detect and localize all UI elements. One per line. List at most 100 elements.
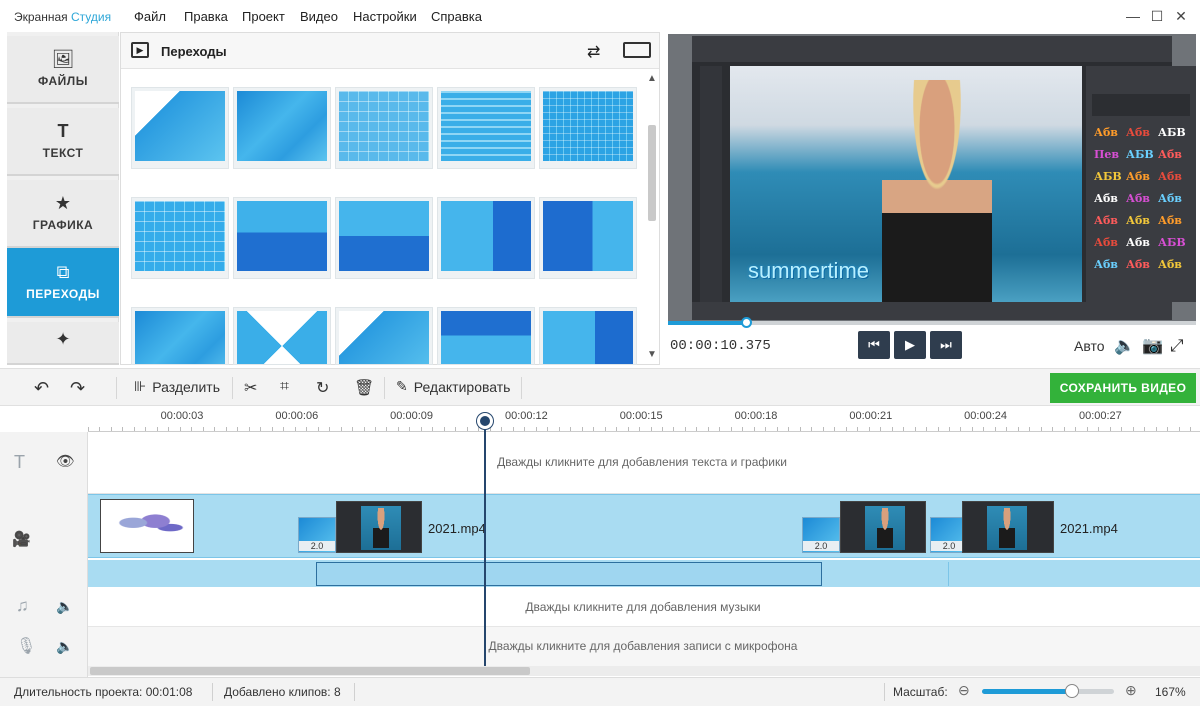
tab-transitions[interactable]: ⧉ ПЕРЕХОДЫ [7, 248, 119, 318]
timeline-ruler[interactable]: 00:00:03 00:00:06 00:00:09 00:00:12 00:00:15… [88, 406, 1200, 432]
menu-settings[interactable]: Настройки [353, 9, 417, 24]
camera-icon[interactable]: 📷 [1142, 336, 1163, 356]
chevron-down-icon[interactable]: ▼ [647, 349, 657, 360]
transition-marker[interactable]: 2.0 [298, 517, 336, 553]
tab-graphics[interactable]: ★ ГРАФИКА [7, 180, 119, 248]
menu-video[interactable]: Видео [300, 9, 338, 24]
save-video-button[interactable]: СОХРАНИТЬ ВИДЕО [1050, 373, 1196, 403]
menu-edit[interactable]: Правка [184, 9, 228, 24]
text-style-preset[interactable]: Абв [1094, 214, 1122, 230]
timeline-scroll-thumb[interactable] [90, 667, 530, 675]
menu-project[interactable]: Проект [242, 9, 285, 24]
music-track[interactable]: Дважды кликните для добавления музыки [88, 587, 1200, 627]
transition-thumb[interactable] [437, 307, 535, 365]
transition-thumb[interactable] [539, 87, 637, 169]
ruler-tick-label: 00:00:15 [619, 410, 663, 422]
text-style-preset[interactable]: АБВ [1158, 126, 1186, 142]
text-style-preset[interactable]: Абв [1158, 192, 1186, 208]
transition-marker[interactable]: 2.0 [802, 517, 840, 553]
text-style-preset[interactable]: Абв [1126, 258, 1154, 274]
next-frame-button[interactable]: ⏭ [930, 331, 962, 359]
mic-track[interactable]: Дважды кликните для добавления записи с … [88, 627, 1200, 667]
clip-map-thumb[interactable] [100, 499, 194, 553]
clip-thumb[interactable] [962, 501, 1054, 553]
text-style-preset[interactable]: Абв [1158, 214, 1186, 230]
fullscreen-icon[interactable]: ⤢ [1170, 336, 1184, 356]
preview-progress-fill [668, 321, 748, 325]
transition-thumb[interactable] [131, 307, 229, 365]
transition-thumb[interactable] [233, 307, 331, 365]
transition-thumb[interactable] [233, 87, 331, 169]
menu-file[interactable]: Файл [134, 9, 166, 24]
text-style-preset[interactable]: Абв [1094, 126, 1122, 142]
transition-thumb[interactable] [233, 197, 331, 279]
mic-volume-icon[interactable]: 🔈 [56, 638, 73, 655]
tab-text[interactable]: T ТЕКСТ [7, 108, 119, 176]
scroll-thumb[interactable] [648, 125, 656, 221]
trash-icon[interactable]: 🗑 [354, 378, 374, 398]
music-volume-icon[interactable]: 🔈 [56, 598, 73, 615]
text-style-preset[interactable]: Абв [1094, 236, 1122, 252]
transition-thumb[interactable] [131, 197, 229, 279]
maximize-icon[interactable]: ☐ [1146, 6, 1168, 26]
text-track[interactable]: Дважды кликните для добавления текста и … [88, 432, 1200, 494]
transition-thumb[interactable] [437, 197, 535, 279]
playhead-line[interactable] [484, 420, 486, 670]
text-style-preset[interactable]: Абв [1158, 170, 1186, 186]
text-style-preset[interactable]: Абв [1094, 258, 1122, 274]
text-style-preset[interactable]: АБВ [1126, 148, 1154, 164]
text-style-preset[interactable]: Абв [1158, 148, 1186, 164]
scissors-icon[interactable]: ✂ [244, 378, 257, 398]
transition-thumb[interactable] [335, 307, 433, 365]
selected-clip-range[interactable] [316, 562, 822, 586]
ruler-minor-tick [1040, 427, 1042, 431]
zoom-in-icon[interactable]: ⊕ [1125, 682, 1137, 699]
text-style-preset[interactable]: Абв [1158, 258, 1186, 274]
transitions-scrollbar[interactable]: ▲ ▼ [647, 73, 657, 363]
redo-icon[interactable]: ↷ [70, 378, 85, 399]
text-style-preset[interactable]: Абв [1126, 236, 1154, 252]
undo-icon[interactable]: ↶ [34, 378, 49, 399]
video-track[interactable]: 2.0 2021.mp4 2.0 2.0 2021.mp4 [88, 494, 1200, 558]
transition-thumb[interactable] [131, 87, 229, 169]
text-style-preset[interactable]: Пев [1094, 148, 1122, 164]
shuffle-icon[interactable]: ⇄ [587, 42, 600, 62]
preview-progress-knob[interactable] [741, 317, 753, 328]
tab-effects[interactable]: ✦ [7, 322, 119, 365]
preview-screen[interactable]: summertime Абв Абв АБВ Пев АБВ Абв АБВ Абв Абв Аб… [692, 36, 1196, 320]
transition-thumb[interactable] [335, 197, 433, 279]
transition-thumb[interactable] [335, 87, 433, 169]
fit-view-icon[interactable] [623, 42, 651, 58]
text-style-preset[interactable]: Абв [1126, 192, 1154, 208]
clip-thumb[interactable] [336, 501, 422, 553]
zoom-out-icon[interactable]: ⊖ [958, 682, 970, 699]
transition-thumb[interactable] [539, 197, 637, 279]
edit-button[interactable]: ✎ Редактировать [396, 378, 510, 395]
minimize-icon[interactable]: — [1122, 6, 1144, 26]
playhead-handle[interactable] [477, 413, 493, 429]
crop-icon[interactable]: ⌗ [280, 378, 289, 396]
prev-frame-button[interactable]: ⏮ [858, 331, 890, 359]
quality-select[interactable]: Авто [1074, 338, 1105, 354]
volume-icon[interactable]: 🔈 [1114, 336, 1135, 356]
transition-thumb[interactable] [437, 87, 535, 169]
text-style-preset[interactable]: АБВ [1158, 236, 1186, 252]
transition-duration: 2.0 [299, 541, 335, 551]
transition-thumb[interactable] [539, 307, 637, 365]
zoom-slider-knob[interactable] [1064, 684, 1079, 698]
eye-icon[interactable]: 👁 [56, 452, 75, 470]
text-style-preset[interactable]: Абв [1094, 192, 1122, 208]
tab-files[interactable]: 🖼 ФАЙЛЫ [7, 36, 119, 104]
text-style-preset[interactable]: Абв [1126, 214, 1154, 230]
rotate-icon[interactable]: ↻ [316, 378, 329, 398]
clip-thumb[interactable] [840, 501, 926, 553]
chevron-up-icon[interactable]: ▲ [647, 73, 657, 84]
menu-help[interactable]: Справка [431, 9, 482, 24]
split-button[interactable]: ⊪ Разделить [134, 378, 220, 395]
play-button[interactable]: ▶ [894, 331, 926, 359]
close-icon[interactable]: ✕ [1170, 6, 1192, 26]
clip-sub-track[interactable] [88, 560, 1200, 587]
text-style-preset[interactable]: Абв [1126, 126, 1154, 142]
text-style-preset[interactable]: АБВ [1094, 170, 1122, 186]
text-style-preset[interactable]: Абв [1126, 170, 1154, 186]
